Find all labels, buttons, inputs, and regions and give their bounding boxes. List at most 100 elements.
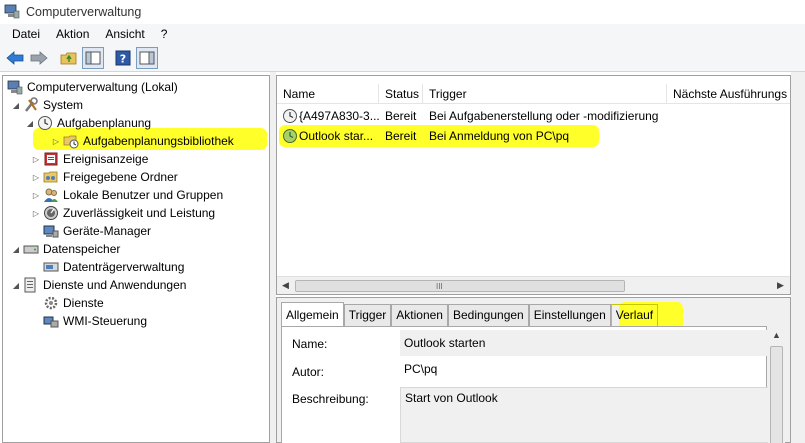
row-status: Bereit: [385, 129, 417, 143]
vertical-scrollbar[interactable]: ▲: [768, 328, 785, 443]
window-title: Computerverwaltung: [26, 5, 142, 19]
menu-ansicht[interactable]: Ansicht: [97, 27, 152, 41]
clock-icon: [37, 115, 53, 131]
content-pane: Name Status Trigger Nächste Ausführungs …: [276, 75, 791, 443]
column-header-name[interactable]: Name: [277, 84, 379, 104]
author-label: Autor:: [292, 365, 325, 379]
menu-datei[interactable]: Datei: [4, 27, 48, 41]
tree-item-label: Ereignisanzeige: [63, 152, 149, 166]
shared-folder-icon: [43, 169, 59, 185]
collapsed-arrow-icon[interactable]: ▷: [31, 209, 41, 218]
services-apps-icon: [23, 277, 39, 293]
navigation-tree: Computerverwaltung (Lokal) ◢ System ◢ Au…: [2, 75, 270, 443]
horizontal-scrollbar[interactable]: ◀ III ▶: [277, 276, 790, 294]
computer-management-icon: [7, 79, 23, 95]
tree-item-label: Freigegebene Ordner: [63, 170, 178, 184]
tree-item-datenspeicher[interactable]: ◢ Datenspeicher: [11, 240, 120, 258]
scroll-left-icon[interactable]: ◀: [282, 280, 289, 291]
tab-allgemein[interactable]: Allgemein: [281, 302, 344, 326]
up-folder-icon[interactable]: [58, 47, 80, 69]
table-row-selected[interactable]: Outlook star... Bereit Bei Anmeldung von…: [278, 127, 789, 146]
tree-item-label: Zuverlässigkeit und Leistung: [63, 206, 216, 220]
tab-panel-allgemein: Name: Outlook starten Autor: PC\pq Besch…: [281, 326, 770, 443]
tree-item-root[interactable]: Computerverwaltung (Lokal): [7, 78, 178, 96]
tree-item-aufgabenplanung[interactable]: ◢ Aufgabenplanung: [25, 114, 151, 132]
description-label: Beschreibung:: [292, 392, 369, 406]
author-field[interactable]: PC\pq: [400, 361, 770, 383]
collapsed-arrow-icon[interactable]: ▷: [51, 137, 61, 146]
folder-clock-icon: [63, 133, 79, 149]
tree-item-bibliothek[interactable]: ▷ Aufgabenplanungsbibliothek: [51, 132, 234, 150]
wmi-control-icon: [43, 313, 59, 329]
list-header: Name Status Trigger Nächste Ausführungs: [277, 84, 790, 104]
help-icon[interactable]: ?: [112, 47, 134, 69]
menu-help[interactable]: ?: [153, 27, 176, 41]
row-trigger: Bei Anmeldung von PC\pq: [429, 129, 570, 143]
description-field[interactable]: Start von Outlook: [400, 387, 770, 443]
tree-item-zuverlaessigkeit[interactable]: ▷ Zuverlässigkeit und Leistung: [31, 204, 215, 222]
name-label: Name:: [292, 337, 328, 351]
tree-item-datentraeger[interactable]: Datenträgerverwaltung: [43, 258, 184, 276]
show-hide-tree-icon[interactable]: [82, 46, 104, 69]
scroll-right-icon[interactable]: ▶: [777, 280, 784, 291]
tools-icon: [23, 97, 39, 113]
tree-item-benutzer[interactable]: ▷ Lokale Benutzer und Gruppen: [31, 186, 223, 204]
tab-einstellungen[interactable]: Einstellungen: [528, 304, 611, 326]
row-status: Bereit: [385, 109, 417, 123]
tree-item-wmi[interactable]: WMI-Steuerung: [43, 312, 147, 330]
task-details: Allgemein Trigger Aktionen Bedingungen E…: [276, 297, 791, 443]
device-manager-icon: [43, 223, 59, 239]
tab-trigger[interactable]: Trigger: [343, 304, 392, 326]
table-row[interactable]: {A497A830-3... Bereit Bei Aufgabenerstel…: [278, 107, 789, 126]
menu-bar: Datei Aktion Ansicht ?: [0, 24, 805, 44]
scroll-grip: III: [436, 282, 443, 291]
users-icon: [43, 187, 59, 203]
name-field[interactable]: Outlook starten: [400, 330, 770, 356]
expanded-arrow-icon[interactable]: ◢: [25, 119, 35, 128]
expanded-arrow-icon[interactable]: ◢: [11, 245, 21, 254]
tab-aktionen[interactable]: Aktionen: [391, 304, 448, 326]
column-header-status[interactable]: Status: [379, 84, 423, 104]
tree-item-label: Datenspeicher: [43, 242, 121, 256]
gear-icon: [43, 295, 59, 311]
tree-item-system[interactable]: ◢ System: [11, 96, 83, 114]
computer-management-icon: [4, 3, 20, 22]
expanded-arrow-icon[interactable]: ◢: [11, 281, 21, 290]
tree-item-label: Aufgabenplanung: [57, 116, 152, 130]
tree-item-label: Aufgabenplanungsbibliothek: [83, 134, 234, 148]
column-header-trigger[interactable]: Trigger: [423, 84, 667, 104]
tab-bedingungen[interactable]: Bedingungen: [447, 304, 529, 326]
tree-item-label: Dienste: [63, 296, 104, 310]
svg-text:?: ?: [120, 52, 126, 65]
tree-item-label: Computerverwaltung (Lokal): [27, 80, 178, 94]
clock-green-icon: [282, 128, 298, 145]
window-edge: [791, 72, 805, 443]
tree-item-dienste[interactable]: Dienste: [43, 294, 104, 312]
collapsed-arrow-icon[interactable]: ▷: [31, 173, 41, 182]
row-name: {A497A830-3...: [299, 109, 379, 123]
tree-item-dienste-anwendungen[interactable]: ◢ Dienste und Anwendungen: [11, 276, 186, 294]
forward-arrow-icon[interactable]: [28, 47, 50, 69]
scroll-thumb[interactable]: III: [295, 280, 625, 292]
column-header-next-run[interactable]: Nächste Ausführungs: [667, 84, 790, 104]
tree-item-label: System: [43, 98, 84, 112]
task-list: Name Status Trigger Nächste Ausführungs …: [276, 75, 791, 295]
tree-item-ereignisanzeige[interactable]: ▷ Ereignisanzeige: [31, 150, 148, 168]
scroll-thumb[interactable]: [770, 346, 783, 443]
tree-item-geraete[interactable]: Geräte-Manager: [43, 222, 151, 240]
collapsed-arrow-icon[interactable]: ▷: [31, 191, 41, 200]
title-bar: Computerverwaltung: [0, 0, 805, 24]
back-arrow-icon[interactable]: [4, 47, 26, 69]
show-hide-action-pane-icon[interactable]: [136, 46, 158, 69]
tree-item-label: Lokale Benutzer und Gruppen: [63, 188, 224, 202]
tab-bar: Allgemein Trigger Aktionen Bedingungen E…: [281, 302, 659, 327]
expanded-arrow-icon[interactable]: ◢: [11, 101, 21, 110]
scroll-up-icon[interactable]: ▲: [772, 330, 781, 340]
tab-verlauf[interactable]: Verlauf: [610, 304, 659, 326]
clock-icon: [282, 108, 298, 125]
collapsed-arrow-icon[interactable]: ▷: [31, 155, 41, 164]
tree-item-label: WMI-Steuerung: [63, 314, 148, 328]
tree-item-freigegebene[interactable]: ▷ Freigegebene Ordner: [31, 168, 178, 186]
menu-aktion[interactable]: Aktion: [48, 27, 97, 41]
tree-item-label: Geräte-Manager: [63, 224, 152, 238]
